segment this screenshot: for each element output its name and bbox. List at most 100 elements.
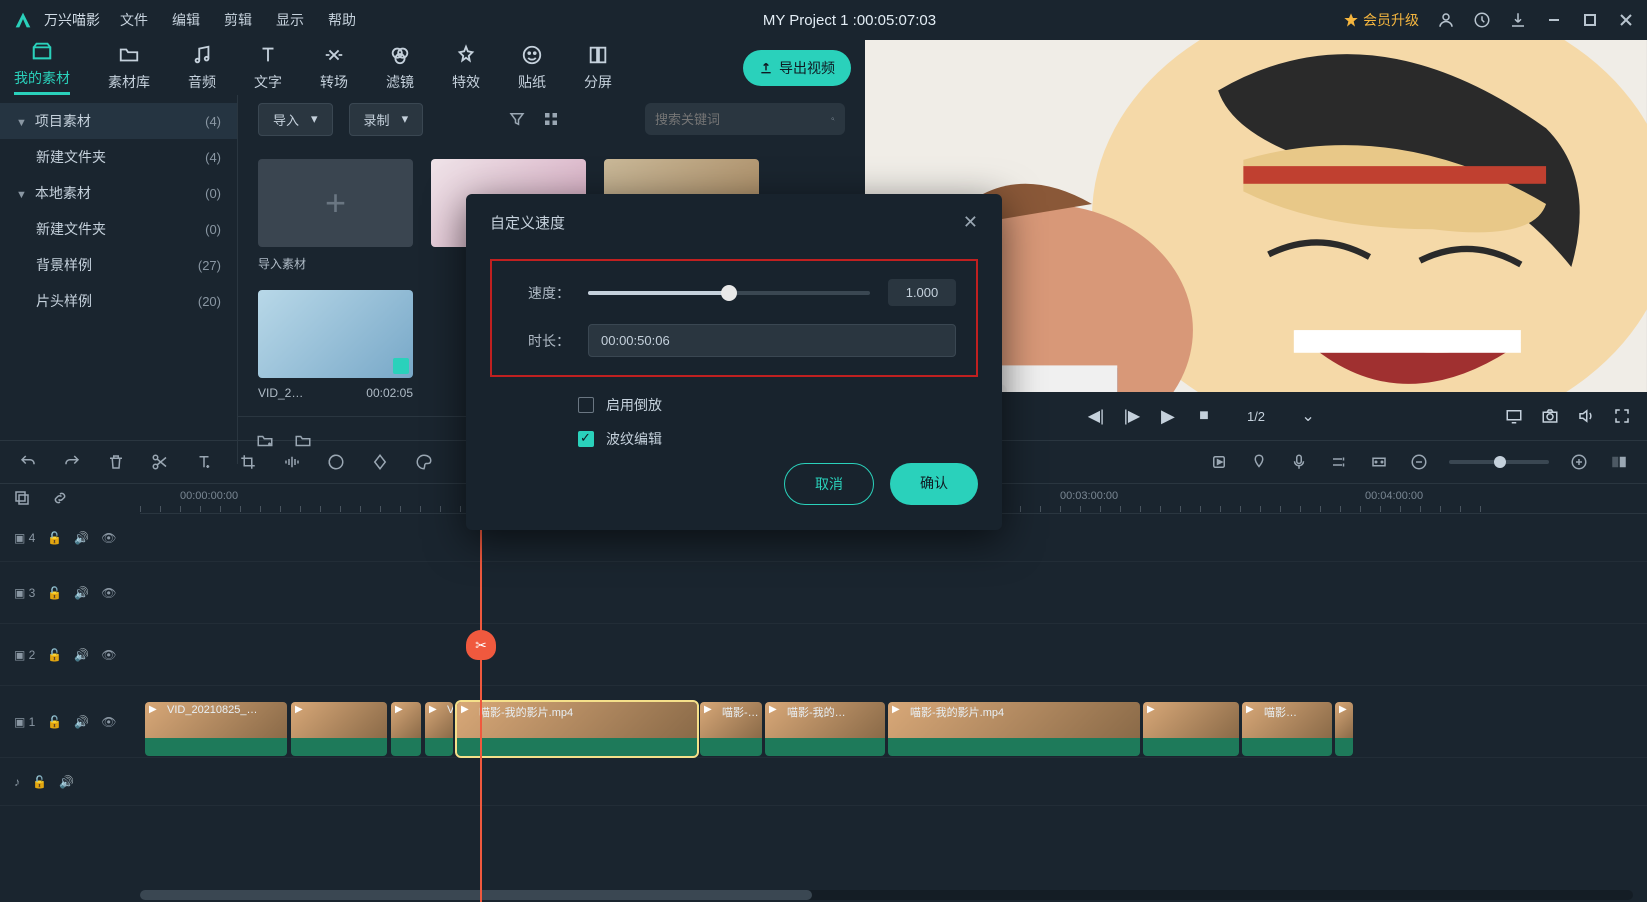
tab-effects[interactable]: 特效: [452, 44, 480, 92]
tree-background[interactable]: 背景样例(27): [0, 247, 237, 283]
mute-icon[interactable]: 🔊: [74, 531, 89, 545]
track-v1[interactable]: ▣ 1🔓🔊👁▶VID_20210825_…▶▶▶V…▶喵影-我的影片.mp4▶喵…: [0, 686, 1647, 758]
timeline-clip[interactable]: ▶喵影…: [1242, 702, 1332, 756]
download-icon[interactable]: [1509, 11, 1527, 29]
search-input[interactable]: [655, 112, 831, 127]
search-box[interactable]: [645, 103, 845, 135]
export-button[interactable]: 导出视频: [743, 50, 851, 86]
history-icon[interactable]: [1473, 11, 1491, 29]
cut-marker-icon[interactable]: ✂: [466, 630, 496, 660]
vip-upgrade[interactable]: 会员升级: [1343, 10, 1419, 30]
tree-local-media[interactable]: ▼本地素材(0): [0, 175, 237, 211]
timeline-clip[interactable]: ▶: [1335, 702, 1353, 756]
fit-icon[interactable]: [1609, 452, 1629, 472]
menu-help[interactable]: 帮助: [328, 10, 356, 30]
ok-button[interactable]: 确认: [890, 463, 978, 505]
menu-file[interactable]: 文件: [120, 10, 148, 30]
cancel-button[interactable]: 取消: [784, 463, 874, 505]
zoom-out-icon[interactable]: [1409, 452, 1429, 472]
keyframe-icon[interactable]: [370, 452, 390, 472]
volume-icon[interactable]: [1577, 407, 1595, 425]
timeline-clip[interactable]: ▶喵影-我的…: [765, 702, 885, 756]
timeline-clip[interactable]: ▶喵影-我的影片.mp4: [888, 702, 1140, 756]
tree-project-media[interactable]: ▼项目素材(4): [0, 103, 237, 139]
text-add-icon[interactable]: [194, 452, 214, 472]
next-frame-icon[interactable]: |▶: [1123, 407, 1141, 425]
ripple-checkbox-row[interactable]: 波纹编辑: [578, 429, 978, 449]
play-icon[interactable]: ▶: [1159, 407, 1177, 425]
minimize-icon[interactable]: [1545, 11, 1563, 29]
tree-intro[interactable]: 片头样例(20): [0, 283, 237, 319]
tree-new-folder-1[interactable]: 新建文件夹(4): [0, 139, 237, 175]
import-dropdown[interactable]: 导入▾: [258, 103, 333, 136]
tab-filters[interactable]: 滤镜: [386, 44, 414, 92]
mixer-icon[interactable]: [1329, 452, 1349, 472]
timeline-clip[interactable]: ▶喵影-…: [700, 702, 762, 756]
timeline-clip[interactable]: ▶VID_20210825_…: [145, 702, 287, 756]
chevron-down-icon[interactable]: ⌄: [1299, 407, 1317, 425]
timeline-clip[interactable]: ▶喵影-我的影片.mp4: [457, 702, 697, 756]
snapshot-icon[interactable]: [1541, 407, 1559, 425]
tab-stock[interactable]: 素材库: [108, 44, 150, 92]
zoom-slider[interactable]: [1449, 460, 1549, 464]
tab-audio[interactable]: 音频: [188, 44, 216, 92]
menu-edit[interactable]: 编辑: [172, 10, 200, 30]
redo-icon[interactable]: [62, 452, 82, 472]
ratio-icon[interactable]: [1369, 452, 1389, 472]
delete-icon[interactable]: [106, 452, 126, 472]
reverse-checkbox-row[interactable]: 启用倒放: [578, 395, 978, 415]
track-v3[interactable]: ▣ 3🔓🔊👁: [0, 562, 1647, 624]
display-icon[interactable]: [1505, 407, 1523, 425]
render-icon[interactable]: [1209, 452, 1229, 472]
timeline-clip[interactable]: ▶: [291, 702, 387, 756]
tab-split[interactable]: 分屏: [584, 44, 612, 92]
track-audio[interactable]: ♪🔓🔊: [0, 758, 1647, 806]
filter-icon[interactable]: [508, 110, 526, 128]
tab-titles[interactable]: 文字: [254, 44, 282, 92]
speed-value[interactable]: 1.000: [888, 279, 956, 306]
prev-frame-icon[interactable]: ◀|: [1087, 407, 1105, 425]
reverse-checkbox[interactable]: [578, 397, 594, 413]
add-folder-icon[interactable]: [256, 432, 274, 450]
speed-slider[interactable]: [588, 291, 870, 295]
eye-icon[interactable]: 👁: [101, 531, 116, 545]
grid-view-icon[interactable]: [542, 110, 560, 128]
tree-new-folder-2[interactable]: 新建文件夹(0): [0, 211, 237, 247]
close-icon[interactable]: [1617, 11, 1635, 29]
timeline-clip[interactable]: ▶: [1143, 702, 1239, 756]
menu-view[interactable]: 显示: [276, 10, 304, 30]
record-dropdown[interactable]: 录制▾: [349, 103, 424, 136]
tab-stickers[interactable]: 贴纸: [518, 44, 546, 92]
tab-my-media[interactable]: 我的素材: [14, 40, 70, 95]
import-tile[interactable]: +导入素材: [258, 159, 413, 272]
split-icon[interactable]: [150, 452, 170, 472]
timeline-copy-icon[interactable]: [12, 488, 32, 508]
timeline-clip[interactable]: ▶: [391, 702, 421, 756]
maximize-icon[interactable]: [1581, 11, 1599, 29]
media-item[interactable]: VID_2…00:02:05: [258, 290, 413, 400]
account-icon[interactable]: [1437, 11, 1455, 29]
crop-icon[interactable]: [238, 452, 258, 472]
menu-clip[interactable]: 剪辑: [224, 10, 252, 30]
timeline-scrollbar[interactable]: [140, 890, 1633, 900]
lock-icon[interactable]: 🔓: [47, 531, 62, 545]
speed-icon[interactable]: [282, 452, 302, 472]
track-v2[interactable]: ▣ 2🔓🔊👁: [0, 624, 1647, 686]
duration-input[interactable]: 00:00:50:06: [588, 324, 956, 357]
palette-icon[interactable]: [414, 452, 434, 472]
stop-icon[interactable]: ■: [1195, 407, 1213, 425]
timeline-clip[interactable]: ▶V…: [425, 702, 453, 756]
undo-icon[interactable]: [18, 452, 38, 472]
dialog-close-icon[interactable]: ✕: [963, 212, 978, 233]
timeline-link-icon[interactable]: [50, 488, 70, 508]
zoom-in-icon[interactable]: [1569, 452, 1589, 472]
search-icon[interactable]: [831, 111, 835, 127]
folder-icon[interactable]: [294, 432, 312, 450]
ripple-checkbox[interactable]: [578, 431, 594, 447]
mic-icon[interactable]: [1289, 452, 1309, 472]
playhead[interactable]: [480, 484, 482, 902]
tab-transitions[interactable]: 转场: [320, 44, 348, 92]
marker-icon[interactable]: [1249, 452, 1269, 472]
color-icon[interactable]: [326, 452, 346, 472]
fullscreen-icon[interactable]: [1613, 407, 1631, 425]
